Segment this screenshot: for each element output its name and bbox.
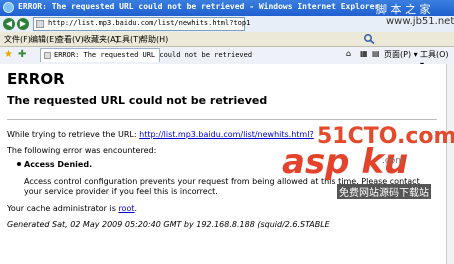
- search-icon[interactable]: [363, 33, 375, 44]
- admin-prefix: Your cache administrator is: [7, 204, 119, 213]
- divider: [7, 119, 437, 120]
- menu-bar: 文件(F) 编辑(E) 查看(V) 收藏夹(A) 工具(T) 帮助(H): [0, 32, 454, 47]
- admin-link[interactable]: root: [118, 204, 134, 213]
- retrieve-line: While trying to retrieve the URL: http:/…: [7, 130, 314, 139]
- menu-view[interactable]: 查看(V): [56, 34, 84, 45]
- print-icon[interactable]: ▤: [372, 49, 380, 58]
- admin-suffix: .: [134, 204, 138, 213]
- watermark-site-text: 脚 本 之 家: [376, 3, 431, 16]
- retrieve-prefix: While trying to retrieve the URL:: [7, 130, 140, 139]
- menu-edit[interactable]: 编辑(E): [30, 34, 57, 45]
- error-subheading: The requested URL could not be retrieved: [7, 94, 268, 107]
- error-intro: The following error was encountered:: [7, 146, 157, 155]
- vertical-scrollbar[interactable]: [446, 64, 454, 264]
- address-url: http://list.mp3.baidu.com/list/newhits.h…: [48, 19, 251, 27]
- tab-current[interactable]: ERROR: The requested URL could not be re…: [40, 48, 252, 62]
- favorites-star-icon[interactable]: ★: [4, 49, 13, 60]
- feeds-icon[interactable]: ▦: [360, 49, 368, 58]
- menu-help[interactable]: 帮助(H): [140, 34, 168, 45]
- watermark-slogan: 免费网站源码下载站: [337, 184, 431, 199]
- generated-footer: Generated Sat, 02 May 2009 05:20:40 GMT …: [7, 220, 330, 229]
- tab-bar: ★ ✚ ERROR: The requested URL could not b…: [0, 47, 454, 69]
- window-title: ERROR: The requested URL could not be re…: [18, 2, 380, 11]
- address-input[interactable]: http://list.mp3.baidu.com/list/newhits.h…: [33, 17, 250, 31]
- watermark-site-url: www.jb51.net: [386, 16, 454, 27]
- watermark-domain: .com: [382, 156, 405, 166]
- menu-file[interactable]: 文件(F): [4, 34, 31, 45]
- ie-logo-icon: [3, 2, 14, 13]
- page-icon: [36, 20, 44, 28]
- home-icon[interactable]: ⌂: [346, 49, 351, 58]
- watermark-logo: 51CTO.com asp ku .com 免费网站源码下载站: [282, 124, 454, 204]
- back-button[interactable]: ◀: [3, 18, 15, 30]
- page-menu-button[interactable]: 页面(P) ▾: [384, 49, 418, 60]
- admin-line: Your cache administrator is root.: [7, 204, 137, 213]
- add-favorites-icon[interactable]: ✚: [18, 49, 26, 60]
- tab-page-icon: [44, 52, 51, 59]
- forward-button[interactable]: ▶: [17, 18, 29, 30]
- error-heading: ERROR: [7, 70, 65, 88]
- bullet: [17, 162, 21, 166]
- title-bar: ERROR: The requested URL could not be re…: [0, 0, 454, 16]
- menu-tools[interactable]: 工具(T): [114, 34, 141, 45]
- error-title: Access Denied.: [24, 160, 93, 169]
- tab-label: ERROR: The requested URL could not be re…: [54, 51, 253, 59]
